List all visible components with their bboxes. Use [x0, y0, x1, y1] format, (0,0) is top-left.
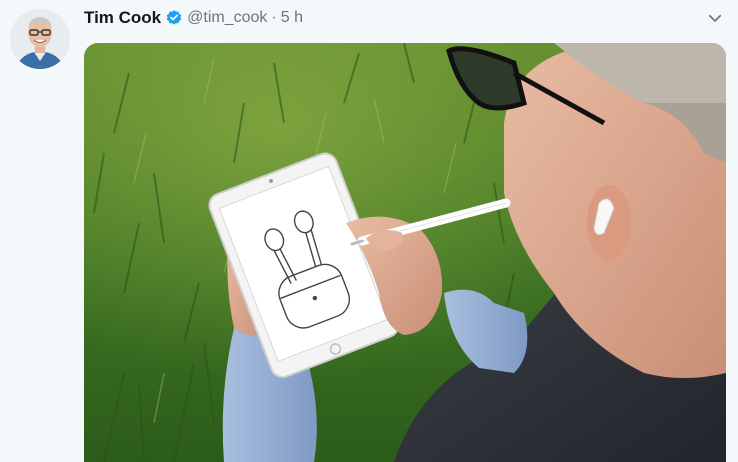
verified-badge-icon	[165, 9, 183, 27]
photo-illustration	[84, 43, 726, 462]
tweet-header: Tim Cook @tim_cook · 5 h	[84, 7, 303, 29]
chevron-down-icon[interactable]	[706, 9, 724, 27]
author-handle[interactable]: @tim_cook	[187, 9, 267, 27]
tweet-timestamp[interactable]: 5 h	[281, 9, 303, 27]
avatar[interactable]	[10, 9, 70, 69]
separator-dot: ·	[271, 9, 277, 26]
author-name[interactable]: Tim Cook	[84, 8, 161, 28]
tweet-media-image[interactable]	[84, 43, 726, 462]
tweet-card[interactable]: Tim Cook @tim_cook · 5 h	[0, 0, 738, 462]
avatar-image	[10, 9, 70, 69]
